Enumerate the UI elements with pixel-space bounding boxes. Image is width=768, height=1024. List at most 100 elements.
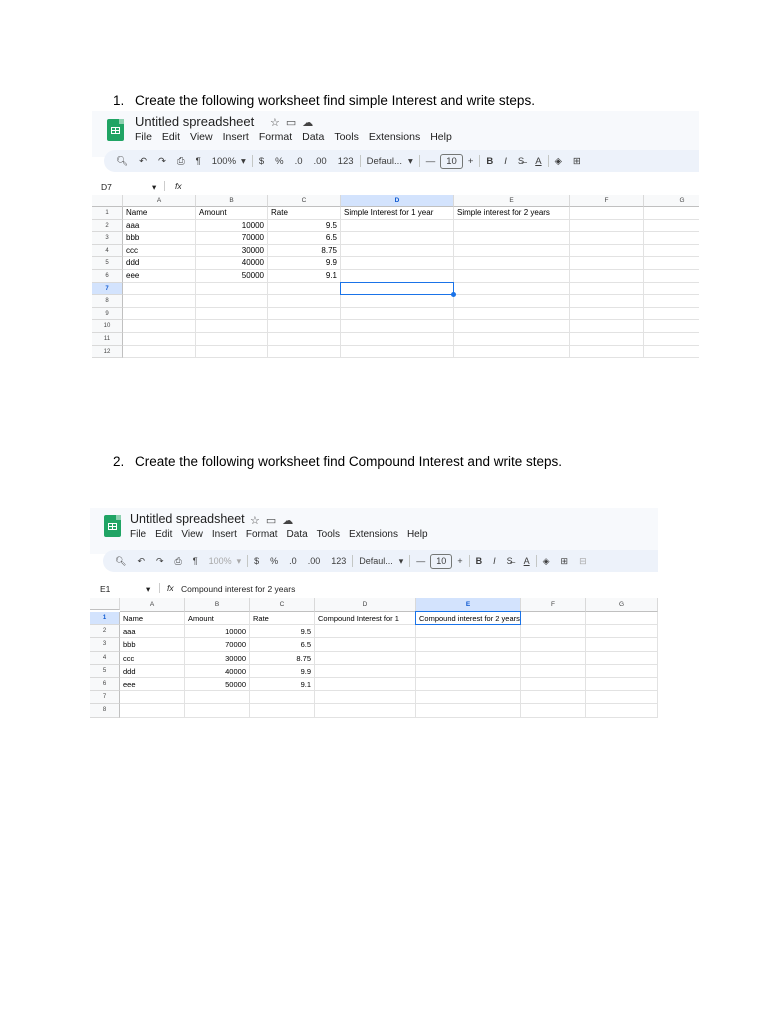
cell-a10[interactable] [123, 320, 196, 333]
cell-a1[interactable]: Name [120, 612, 185, 626]
redo-icon[interactable]: ↷ [158, 156, 166, 167]
column-header-c[interactable]: C [268, 195, 341, 207]
cell-f7[interactable] [570, 282, 644, 296]
undo-icon[interactable]: ↶ [139, 156, 147, 167]
cell-g1[interactable] [586, 612, 658, 626]
cell-a7[interactable] [123, 282, 196, 296]
cell-c7[interactable] [250, 691, 315, 705]
cell-c6[interactable]: 9.1 [250, 678, 315, 692]
menu-file[interactable]: File [130, 529, 146, 540]
cell-b10[interactable] [196, 320, 268, 333]
cell-f6[interactable] [521, 678, 586, 692]
cell-c7[interactable] [268, 282, 341, 296]
menu-data[interactable]: Data [287, 529, 308, 540]
cell-f10[interactable] [570, 320, 644, 333]
cell-g4[interactable] [586, 651, 658, 665]
menu-format[interactable]: Format [259, 131, 292, 143]
cell-c2[interactable]: 9.5 [250, 625, 315, 639]
row-header-7[interactable]: 7 [92, 282, 123, 296]
cell-g4[interactable] [644, 245, 699, 258]
chevron-down-icon[interactable]: ▾ [152, 182, 156, 193]
cell-g7[interactable] [586, 691, 658, 705]
cell-a8[interactable] [123, 295, 196, 308]
menu-file[interactable]: File [135, 131, 152, 143]
cell-grid[interactable]: A B C D E F G 1 Name Amount Rate Simple Interest fo… [92, 195, 699, 359]
menu-tools[interactable]: Tools [317, 529, 340, 540]
font-select[interactable]: Defaul... [367, 156, 402, 167]
cell-e8[interactable] [454, 295, 570, 308]
cell-e5[interactable] [454, 257, 570, 270]
cell-d8[interactable] [341, 295, 454, 308]
select-all-corner[interactable] [92, 195, 123, 207]
doc-title[interactable]: Untitled spreadsheet [130, 512, 245, 526]
cell-d2[interactable] [341, 219, 454, 233]
cell-d5[interactable] [315, 664, 416, 678]
cell-d7[interactable] [315, 691, 416, 705]
search-icon[interactable]: 🔍︎ [116, 156, 128, 167]
row-header-1[interactable]: 1 [92, 207, 123, 220]
increase-decimal-button[interactable]: .00 [314, 156, 327, 167]
cell-f3[interactable] [570, 232, 644, 245]
fill-color-icon[interactable]: ◈ [555, 156, 562, 167]
cell-a1[interactable]: Name [123, 207, 196, 220]
cell-a5[interactable]: ddd [120, 664, 185, 678]
decrease-decimal-button[interactable]: .0 [289, 556, 297, 566]
cell-c4[interactable]: 8.75 [250, 651, 315, 665]
cell-g8[interactable] [586, 704, 658, 718]
star-icon[interactable]: ☆ [250, 515, 266, 527]
row-header-8[interactable]: 8 [90, 704, 120, 718]
row-header-8[interactable]: 8 [92, 295, 123, 308]
menu-data[interactable]: Data [302, 131, 324, 143]
cell-e6[interactable] [416, 678, 521, 692]
column-header-b[interactable]: B [196, 195, 268, 207]
cell-b7[interactable] [185, 691, 250, 705]
cell-b3[interactable]: 70000 [185, 638, 250, 652]
cell-f4[interactable] [521, 651, 586, 665]
cell-b6[interactable]: 50000 [185, 678, 250, 692]
cell-b4[interactable]: 30000 [185, 651, 250, 665]
cell-c6[interactable]: 9.1 [268, 270, 341, 283]
chevron-down-icon[interactable]: ▾ [146, 584, 150, 595]
bold-icon[interactable]: B [476, 556, 483, 566]
zoom-select[interactable]: 100% [209, 556, 232, 566]
menu-view[interactable]: View [190, 131, 213, 143]
cell-a6[interactable]: eee [120, 678, 185, 692]
column-header-g[interactable]: G [644, 195, 699, 207]
cell-f9[interactable] [570, 307, 644, 321]
cell-g6[interactable] [644, 270, 699, 283]
print-icon[interactable]: ⎙ [175, 556, 182, 567]
cell-e11[interactable] [454, 333, 570, 346]
cell-a8[interactable] [120, 704, 185, 718]
cell-c1[interactable]: Rate [268, 207, 341, 220]
column-header-f[interactable]: F [570, 195, 644, 207]
undo-icon[interactable]: ↶ [137, 556, 145, 567]
cell-c9[interactable] [268, 307, 341, 321]
cell-d1[interactable]: Compound Interest for 1 [315, 612, 416, 626]
zoom-select[interactable]: 100% [212, 156, 236, 167]
cell-e12[interactable] [454, 345, 570, 359]
cell-g3[interactable] [644, 232, 699, 245]
cell-b7[interactable] [196, 282, 268, 296]
fill-color-icon[interactable]: ◈ [543, 556, 550, 567]
cell-c2[interactable]: 9.5 [268, 219, 341, 233]
row-header-12[interactable]: 12 [92, 345, 123, 359]
font-size-decrease-button[interactable]: — [416, 556, 425, 566]
more-formats-button[interactable]: 123 [331, 556, 346, 566]
formula-input[interactable]: Compound interest for 2 years [181, 584, 295, 594]
bold-icon[interactable]: B [486, 156, 493, 167]
row-header-10[interactable]: 10 [92, 320, 123, 333]
cell-b5[interactable]: 40000 [185, 664, 250, 678]
menu-format[interactable]: Format [246, 529, 278, 540]
cell-e6[interactable] [454, 270, 570, 283]
cell-e2[interactable] [416, 625, 521, 639]
cell-g11[interactable] [644, 333, 699, 346]
cell-a3[interactable]: bbb [123, 232, 196, 245]
cell-e1[interactable]: Simple interest for 2 years [454, 207, 570, 220]
cell-a9[interactable] [123, 307, 196, 321]
font-size-increase-button[interactable]: + [468, 156, 474, 167]
redo-icon[interactable]: ↷ [156, 556, 164, 567]
cell-e3[interactable] [454, 232, 570, 245]
cell-g5[interactable] [644, 257, 699, 270]
cell-c5[interactable]: 9.9 [268, 257, 341, 270]
cell-f5[interactable] [521, 664, 586, 678]
